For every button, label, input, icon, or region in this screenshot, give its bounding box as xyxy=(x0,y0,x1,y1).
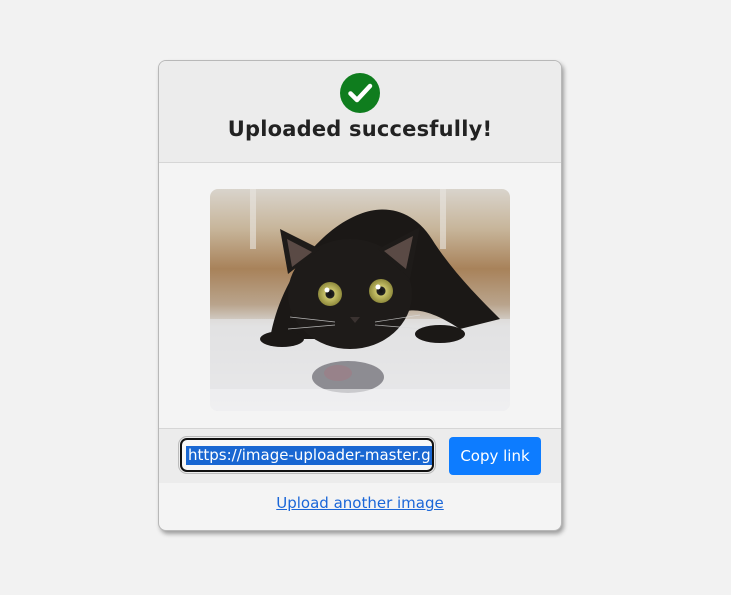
image-url-input[interactable]: https://image-uploader-master.glit xyxy=(178,436,436,474)
upload-success-card: Uploaded succesfully! https://image-uplo… xyxy=(158,60,562,531)
copy-link-button[interactable]: Copy link xyxy=(449,437,541,475)
share-link-bar: https://image-uploader-master.glit Copy … xyxy=(159,428,561,483)
page-title: Uploaded succesfully! xyxy=(227,117,493,141)
upload-another-link[interactable]: Upload another image xyxy=(159,494,561,512)
card-header: Uploaded succesfully! xyxy=(159,61,561,163)
cat-photo-image xyxy=(210,189,510,411)
check-circle-icon xyxy=(340,73,380,113)
uploaded-image-preview xyxy=(210,189,510,411)
url-text: https://image-uploader-master.glit xyxy=(186,446,432,465)
